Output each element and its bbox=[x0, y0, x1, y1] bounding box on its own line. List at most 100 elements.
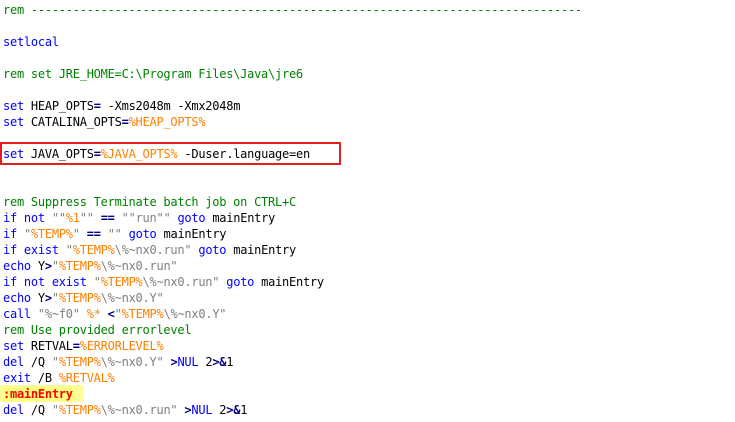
code-token: "" bbox=[79, 211, 94, 225]
code-line-19[interactable]: echo Y>"%TEMP%\%~nx0.Y" bbox=[3, 290, 164, 306]
code-token: %TEMP% bbox=[58, 259, 101, 273]
code-line-16[interactable]: if exist "%TEMP%\%~nx0.run" goto mainEnt… bbox=[3, 242, 296, 258]
code-token: exit bbox=[3, 371, 31, 385]
code-token: call bbox=[3, 307, 31, 321]
code-line-10[interactable]: set JAVA_OPTS=%JAVA_OPTS% -Duser.languag… bbox=[3, 146, 310, 162]
code-token: CATALINA_OPTS bbox=[23, 115, 122, 129]
code-line-13[interactable]: rem Suppress Terminate batch job on CTRL… bbox=[3, 194, 296, 210]
code-token: %TEMP% bbox=[72, 243, 115, 257]
code-token: set bbox=[3, 339, 24, 353]
code-line-25[interactable]: :mainEntry bbox=[3, 386, 73, 402]
code-token: goto bbox=[226, 275, 255, 289]
code-token: %ERRORLEVEL% bbox=[79, 339, 164, 353]
code-token: "%~f0" bbox=[37, 307, 80, 321]
code-token: " bbox=[93, 275, 101, 289]
code-token: > bbox=[44, 259, 52, 273]
code-token: echo bbox=[3, 259, 31, 273]
code-line-1[interactable]: rem ------------------------------------… bbox=[3, 2, 582, 18]
code-token: goto bbox=[198, 243, 227, 257]
code-token: %* bbox=[86, 307, 101, 321]
code-token: " bbox=[51, 291, 59, 305]
code-token: >& bbox=[226, 403, 241, 417]
code-token: -Duser.language=en bbox=[177, 147, 310, 161]
code-token: = bbox=[121, 115, 129, 129]
code-line-20[interactable]: call "%~f0" %* <"%TEMP%\%~nx0.Y" bbox=[3, 306, 227, 322]
code-line-3[interactable]: setlocal bbox=[3, 34, 59, 50]
code-token: goto bbox=[128, 227, 157, 241]
code-token: " bbox=[72, 227, 80, 241]
code-token: \%~nx0.run" bbox=[100, 259, 178, 273]
code-token: mainEntry bbox=[205, 211, 276, 225]
code-token: set bbox=[3, 147, 24, 161]
code-token: \%~nx0.run" bbox=[100, 403, 178, 417]
code-token: del bbox=[3, 403, 24, 417]
code-line-14[interactable]: if not ""%1"" == ""run"" goto mainEntry bbox=[3, 210, 275, 226]
code-token: "" bbox=[107, 227, 122, 241]
code-token: \%~nx0.Y" bbox=[100, 291, 164, 305]
code-token: "" bbox=[51, 211, 66, 225]
code-token: mainEntry bbox=[226, 243, 296, 257]
code-token: echo bbox=[3, 291, 31, 305]
code-line-22[interactable]: set RETVAL=%ERRORLEVEL% bbox=[3, 338, 164, 354]
code-token: = bbox=[93, 147, 101, 161]
code-token: Y bbox=[30, 259, 45, 273]
code-token: " bbox=[51, 259, 59, 273]
code-token: rem Use provided errorlevel bbox=[3, 323, 192, 337]
code-token: \%~nx0.Y" bbox=[100, 355, 164, 369]
code-token: ""run"" bbox=[121, 211, 171, 225]
code-token: NUL bbox=[191, 403, 213, 417]
code-token: = bbox=[93, 99, 101, 113]
code-token: \%~nx0.Y" bbox=[163, 307, 227, 321]
code-line-7[interactable]: set HEAP_OPTS= -Xms2048m -Xmx2048m bbox=[3, 98, 240, 114]
code-token: NUL bbox=[177, 355, 199, 369]
code-line-8[interactable]: set CATALINA_OPTS=%HEAP_OPTS% bbox=[3, 114, 206, 130]
code-editor[interactable]: rem ------------------------------------… bbox=[0, 0, 735, 422]
code-token: mainEntry bbox=[254, 275, 324, 289]
code-token: >& bbox=[212, 355, 227, 369]
code-line-18[interactable]: if not exist "%TEMP%\%~nx0.run" goto mai… bbox=[3, 274, 324, 290]
code-token: %HEAP_OPTS% bbox=[128, 115, 206, 129]
code-token: " bbox=[51, 355, 59, 369]
code-token: -Xms2048m -Xmx2048m bbox=[100, 99, 241, 113]
code-line-17[interactable]: echo Y>"%TEMP%\%~nx0.run" bbox=[3, 258, 178, 274]
code-line-21[interactable]: rem Use provided errorlevel bbox=[3, 322, 192, 338]
code-token: = bbox=[72, 339, 80, 353]
code-token: /Q bbox=[23, 403, 52, 417]
code-line-5[interactable]: rem set JRE_HOME=C:\Program Files\Java\j… bbox=[3, 66, 303, 82]
code-token: %TEMP% bbox=[58, 291, 101, 305]
code-token: rem set JRE_HOME=C:\Program Files\Java\j… bbox=[3, 67, 303, 81]
code-token: 2 bbox=[198, 355, 213, 369]
code-line-15[interactable]: if "%TEMP%" == "" goto mainEntry bbox=[3, 226, 227, 242]
code-token: del bbox=[3, 355, 24, 369]
code-token: == bbox=[100, 211, 115, 225]
code-line-26[interactable]: del /Q "%TEMP%\%~nx0.run" >NUL 2>&1 bbox=[3, 402, 247, 418]
code-line-24[interactable]: exit /B %RETVAL% bbox=[3, 370, 115, 386]
code-token: if exist bbox=[3, 243, 59, 257]
code-token: %TEMP% bbox=[30, 227, 73, 241]
code-token: if bbox=[3, 227, 17, 241]
code-token: " bbox=[51, 403, 59, 417]
code-token: goto bbox=[177, 211, 206, 225]
code-token: if not exist bbox=[3, 275, 87, 289]
code-token: " bbox=[65, 243, 73, 257]
code-token: " bbox=[114, 307, 122, 321]
code-token: set bbox=[3, 99, 24, 113]
code-token: \%~nx0.run" bbox=[114, 243, 192, 257]
code-token: %TEMP% bbox=[121, 307, 164, 321]
code-token: %TEMP% bbox=[58, 403, 101, 417]
code-token: mainEntry bbox=[156, 227, 227, 241]
code-token: 1 bbox=[226, 355, 234, 369]
code-line-23[interactable]: del /Q "%TEMP%\%~nx0.Y" >NUL 2>&1 bbox=[3, 354, 234, 370]
code-token: \%~nx0.run" bbox=[142, 275, 220, 289]
code-token: rem Suppress Terminate batch job on CTRL… bbox=[3, 195, 296, 209]
code-token: == bbox=[86, 227, 101, 241]
